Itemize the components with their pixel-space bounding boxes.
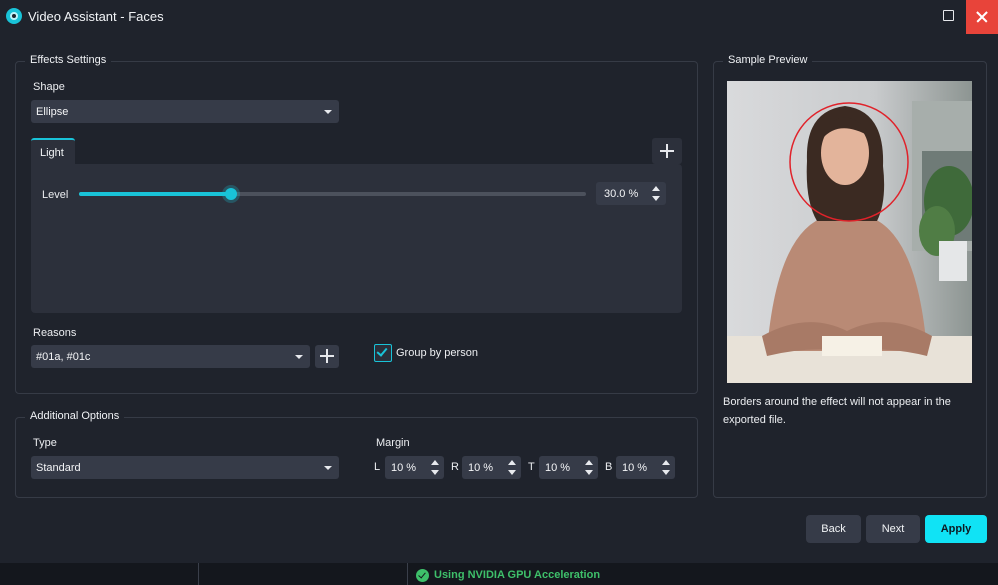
close-button[interactable] bbox=[966, 0, 998, 34]
level-spinbox[interactable]: 30.0 % bbox=[596, 182, 666, 205]
spin-up-icon[interactable] bbox=[508, 460, 516, 465]
preview-note: Borders around the effect will not appea… bbox=[723, 396, 951, 426]
reasons-dropdown[interactable]: #01a, #01c bbox=[31, 345, 310, 368]
level-value: 30.0 % bbox=[604, 187, 639, 200]
spin-down-icon[interactable] bbox=[662, 470, 670, 475]
maximize-icon bbox=[943, 10, 954, 21]
level-slider[interactable] bbox=[79, 188, 586, 200]
spin-down-icon[interactable] bbox=[431, 470, 439, 475]
group-by-person-label: Group by person bbox=[396, 347, 478, 359]
status-divider bbox=[407, 563, 408, 585]
spin-up-icon[interactable] bbox=[431, 460, 439, 465]
plus-icon bbox=[320, 349, 334, 363]
add-reason-button[interactable] bbox=[315, 345, 339, 368]
gpu-status-text: Using NVIDIA GPU Acceleration bbox=[434, 569, 601, 581]
tab-light-label: Light bbox=[40, 147, 64, 159]
spin-up-icon[interactable] bbox=[652, 186, 660, 191]
reasons-label: Reasons bbox=[33, 327, 77, 339]
margin-right-label: R bbox=[451, 461, 459, 473]
margin-left-spinbox[interactable]: 10 % bbox=[385, 456, 444, 479]
spin-up-icon[interactable] bbox=[662, 460, 670, 465]
shape-label: Shape bbox=[33, 81, 65, 93]
chevron-down-icon bbox=[324, 109, 332, 114]
sample-preview-title: Sample Preview bbox=[723, 54, 813, 66]
video-assistant-icon bbox=[6, 8, 22, 24]
level-slider-handle[interactable] bbox=[225, 188, 238, 200]
margin-label: Margin bbox=[376, 437, 410, 449]
margin-bottom-value: 10 % bbox=[622, 461, 648, 474]
margin-left-value: 10 % bbox=[391, 461, 417, 474]
checkmark-icon bbox=[376, 345, 388, 357]
type-value: Standard bbox=[36, 461, 81, 474]
plus-icon bbox=[660, 144, 674, 158]
next-button-label: Next bbox=[881, 523, 905, 535]
spin-down-icon[interactable] bbox=[508, 470, 516, 475]
shape-value: Ellipse bbox=[36, 105, 69, 118]
window-title: Video Assistant - Faces bbox=[28, 9, 164, 24]
shape-dropdown[interactable]: Ellipse bbox=[31, 100, 339, 123]
margin-left-label: L bbox=[374, 461, 381, 473]
additional-options-title: Additional Options bbox=[25, 410, 125, 422]
type-dropdown[interactable]: Standard bbox=[31, 456, 339, 479]
margin-right-value: 10 % bbox=[468, 461, 494, 474]
add-tab-button[interactable] bbox=[652, 138, 682, 164]
back-button[interactable]: Back bbox=[806, 515, 861, 543]
preview-image bbox=[727, 81, 972, 383]
level-label: Level bbox=[42, 189, 69, 201]
margin-bottom-label: B bbox=[605, 461, 613, 473]
margin-bottom-spinbox[interactable]: 10 % bbox=[616, 456, 675, 479]
apply-button[interactable]: Apply bbox=[925, 515, 987, 543]
margin-top-spinbox[interactable]: 10 % bbox=[539, 456, 598, 479]
chevron-down-icon bbox=[324, 465, 332, 470]
maximize-button[interactable] bbox=[931, 0, 965, 32]
spin-up-icon[interactable] bbox=[585, 460, 593, 465]
reasons-value: #01a, #01c bbox=[36, 350, 91, 363]
tab-light[interactable]: Light bbox=[31, 138, 75, 165]
margin-top-label: T bbox=[528, 461, 535, 473]
status-divider bbox=[198, 563, 199, 585]
apply-button-label: Apply bbox=[940, 523, 972, 535]
level-slider-fill bbox=[79, 192, 232, 196]
group-by-person-checkbox[interactable] bbox=[374, 344, 392, 362]
margin-right-spinbox[interactable]: 10 % bbox=[462, 456, 521, 479]
check-circle-icon bbox=[416, 569, 429, 582]
spin-down-icon[interactable] bbox=[652, 196, 660, 201]
spin-down-icon[interactable] bbox=[585, 470, 593, 475]
next-button[interactable]: Next bbox=[866, 515, 920, 543]
margin-top-value: 10 % bbox=[545, 461, 571, 474]
chevron-down-icon bbox=[295, 354, 303, 359]
tab-panel bbox=[31, 164, 682, 313]
back-button-label: Back bbox=[821, 523, 846, 535]
effects-settings-title: Effects Settings bbox=[25, 54, 112, 66]
type-label: Type bbox=[33, 437, 57, 449]
